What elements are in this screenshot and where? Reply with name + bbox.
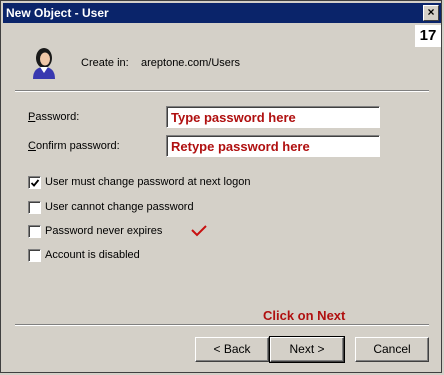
checkmark-icon [30,179,40,187]
checkbox-cannot-change-password[interactable] [28,201,41,214]
checkbox-account-disabled[interactable] [28,249,41,262]
back-button[interactable]: < Back [195,337,269,362]
title-bar[interactable]: New Object - User × [3,3,441,23]
close-button[interactable]: × [423,5,439,21]
red-checkmark-icon [191,225,207,237]
confirm-password-hint-annotation: Retype password here [171,139,310,154]
user-icon [33,48,55,79]
separator-top [15,90,429,92]
password-label: Password: [28,111,80,123]
cancel-button[interactable]: Cancel [355,337,429,362]
confirm-password-label-rest: onfirm password: [35,140,120,152]
create-in-path: areptone.com/Users [141,57,241,69]
new-object-user-dialog: New Object - User × 17 Create in: arepto… [0,0,442,373]
option-label: User cannot change password [45,201,194,213]
option-label: Password never expires [45,225,163,237]
password-label-rest: assword: [35,111,80,123]
separator-bottom [15,324,429,326]
confirm-password-label: Confirm password: [28,140,120,152]
checkbox-must-change-password[interactable] [28,176,41,189]
password-field[interactable]: Type password here [166,106,380,128]
step-number-badge: 17 [415,25,441,47]
click-next-annotation: Click on Next [263,308,346,323]
confirm-password-field[interactable]: Retype password here [166,135,380,157]
checkbox-password-never-expires[interactable] [28,225,41,238]
create-in-label: Create in: [81,57,129,69]
password-hint-annotation: Type password here [171,110,296,125]
next-button[interactable]: Next > [269,336,345,363]
option-label: Account is disabled [45,249,140,261]
option-label: User must change password at next logon [45,176,251,188]
window-title: New Object - User [6,6,109,20]
close-icon: × [427,5,435,19]
